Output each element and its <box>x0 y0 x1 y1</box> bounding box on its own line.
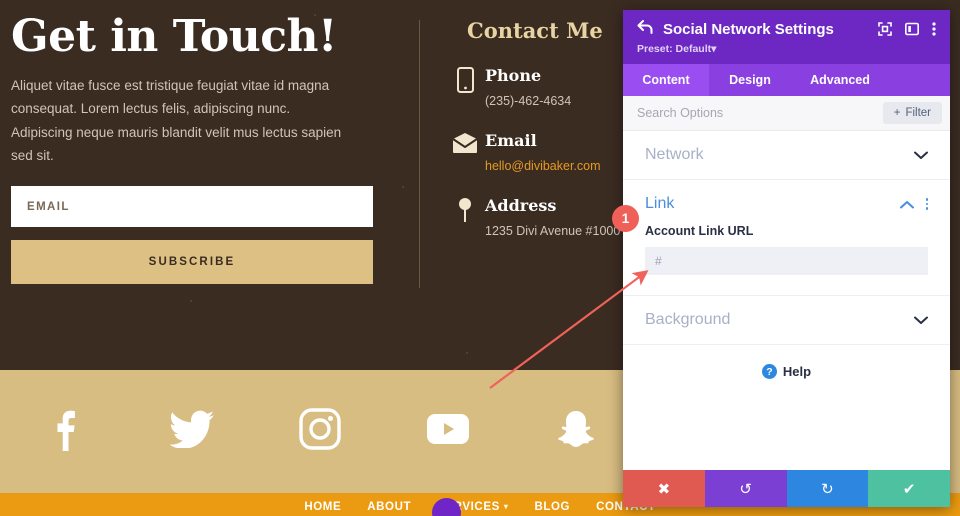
nav-label: ABOUT <box>367 500 412 513</box>
undo-button[interactable]: ↺ <box>704 470 787 507</box>
filter-button[interactable]: + Filter <box>882 102 942 124</box>
modal-tabs: Content Design Advanced <box>623 64 950 96</box>
chevron-down-icon[interactable] <box>914 151 928 160</box>
contact-label: Address <box>485 196 557 215</box>
search-input[interactable]: Search Options <box>637 106 883 120</box>
contact-row-email: Email hello@divibaker.com <box>445 130 645 173</box>
section-network[interactable]: Network <box>623 131 950 180</box>
help-link[interactable]: ? Help <box>623 345 950 398</box>
section-title: Network <box>645 146 704 163</box>
contact-block: Contact Me Phone (235)-462-4634 Email he… <box>445 18 645 238</box>
save-button[interactable]: ✔ <box>868 470 950 507</box>
contact-row-phone: Phone (235)-462-4634 <box>445 65 645 108</box>
newsletter-block: Get in Touch! Aliquet vitae fusce est tr… <box>11 11 373 285</box>
cancel-button[interactable]: ✖ <box>623 470 705 507</box>
phone-icon <box>445 65 485 93</box>
contact-label: Email <box>485 131 537 150</box>
facebook-icon[interactable] <box>0 407 128 451</box>
tab-content[interactable]: Content <box>623 64 709 96</box>
screenshot-root: Get in Touch! Aliquet vitae fusce est tr… <box>0 0 960 516</box>
page-title: Get in Touch! <box>11 11 337 62</box>
preset-selector[interactable]: Preset: Default▾ <box>637 43 936 55</box>
nav-item-home[interactable]: HOME <box>304 501 341 513</box>
chevron-up-icon[interactable] <box>899 200 914 209</box>
instagram-icon[interactable] <box>256 408 384 450</box>
contact-label: Phone <box>485 66 542 85</box>
search-options-bar: Search Options + Filter <box>623 96 950 131</box>
modal-title: Social Network Settings <box>663 20 834 38</box>
plus-icon: + <box>893 107 901 119</box>
twitter-icon[interactable] <box>128 410 256 448</box>
redo-button[interactable]: ↻ <box>786 470 869 507</box>
youtube-icon[interactable] <box>384 414 512 444</box>
back-arrow-icon[interactable] <box>637 20 653 38</box>
more-options-icon[interactable] <box>932 22 936 36</box>
email-field[interactable]: EMAIL <box>11 186 373 228</box>
account-link-url-input[interactable]: # <box>645 247 928 275</box>
section-more-options-icon[interactable] <box>925 198 928 210</box>
nav-item-blog[interactable]: BLOG <box>534 501 570 513</box>
social-network-settings-modal: Social Network Settings Preset: Default▾… <box>623 10 950 507</box>
question-mark-icon: ? <box>761 364 777 379</box>
decor-speck <box>402 186 404 188</box>
tab-design[interactable]: Design <box>709 64 791 96</box>
annotation-badge-1: 1 <box>612 205 639 232</box>
column-divider <box>419 20 420 288</box>
modal-footer: ✖ ↺ ↻ ✔ <box>623 470 950 507</box>
section-background[interactable]: Background <box>623 296 950 345</box>
section-title: Link <box>645 195 675 212</box>
nav-label: HOME <box>304 500 342 513</box>
contact-heading: Contact Me <box>467 18 603 43</box>
section-link[interactable]: Link <box>623 180 950 224</box>
address-icon <box>445 195 485 223</box>
account-link-url-field-block: Account Link URL # <box>623 224 950 296</box>
page-description: Aliquet vitae fusce est tristique feugia… <box>11 78 342 163</box>
nav-item-about[interactable]: ABOUT <box>367 501 411 513</box>
help-label: Help <box>782 364 812 379</box>
contact-value: 1235 Divi Avenue #1000 <box>485 224 621 238</box>
layout-view-icon[interactable] <box>905 22 919 36</box>
preset-label: Preset: Default <box>637 43 712 55</box>
email-icon <box>445 130 485 154</box>
modal-body: Network Link Account Link URL # Backgrou… <box>623 131 950 470</box>
decor-speck <box>190 300 192 302</box>
fullscreen-icon[interactable] <box>878 22 892 36</box>
account-link-url-label: Account Link URL <box>645 224 754 238</box>
snapchat-icon[interactable] <box>512 409 640 449</box>
subscribe-button[interactable]: SUBSCRIBE <box>11 240 373 285</box>
decor-speck <box>466 352 468 354</box>
chevron-down-icon: ▾ <box>503 502 509 511</box>
contact-value-link[interactable]: hello@divibaker.com <box>485 159 601 173</box>
contact-value: (235)-462-4634 <box>485 94 572 108</box>
filter-label: Filter <box>905 107 931 119</box>
chevron-down-icon[interactable] <box>914 316 928 325</box>
tab-advanced[interactable]: Advanced <box>791 64 889 96</box>
modal-header: Social Network Settings Preset: Default▾ <box>623 10 950 64</box>
section-title: Background <box>645 311 731 328</box>
nav-label: BLOG <box>534 500 571 513</box>
preset-caret-icon: ▾ <box>711 43 717 55</box>
